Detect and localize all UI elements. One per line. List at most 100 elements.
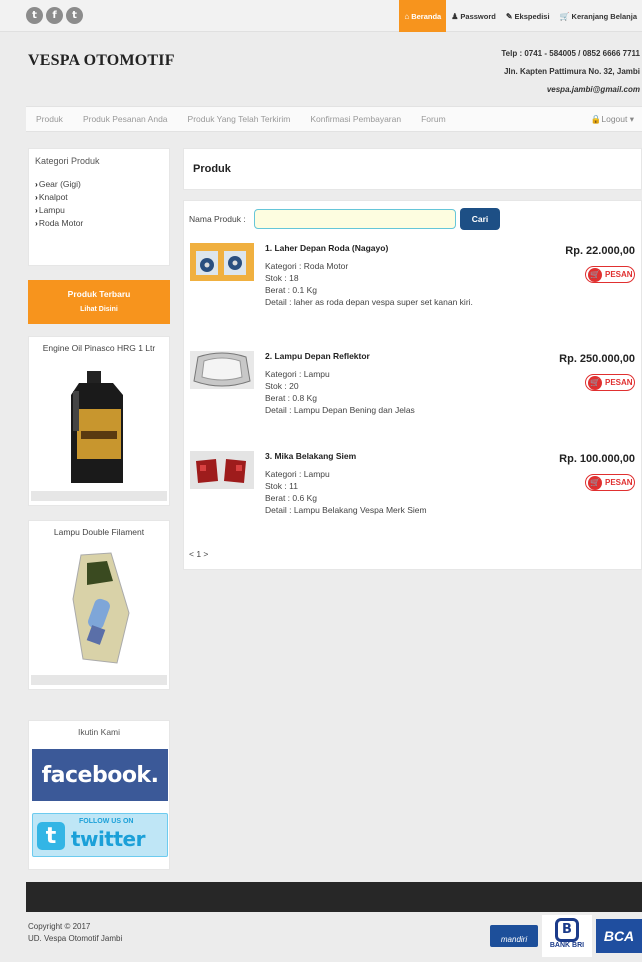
cart-icon: 🛒 xyxy=(588,475,602,490)
cart-icon: 🛒 xyxy=(588,375,602,390)
social-icons: t f t xyxy=(26,7,83,24)
bca-logo: BCA xyxy=(596,919,642,953)
nav-produk-terkirim[interactable]: Produk Yang Telah Terkirim xyxy=(178,114,301,124)
product-weight: Berat : 0.6 Kg xyxy=(265,493,317,503)
tumblr-icon[interactable]: t xyxy=(66,7,83,24)
top-nav-beranda[interactable]: ⌂ Beranda xyxy=(399,0,447,32)
search-button[interactable]: Cari xyxy=(460,208,500,230)
chevron-right-icon: › xyxy=(35,192,38,202)
follow-title: Ikutin Kami xyxy=(77,727,121,737)
follow-us-box: Ikutin Kami facebook. t FOLLOW US ON twi… xyxy=(28,720,170,870)
edit-icon: ✎ xyxy=(505,11,513,21)
bca-label: BCA xyxy=(603,928,635,944)
category-label: Roda Motor xyxy=(38,218,84,228)
product-detail: Detail : laher as roda depan vespa super… xyxy=(265,297,473,307)
product-stock: Stok : 20 xyxy=(265,381,299,391)
product-name[interactable]: 1. Laher Depan Roda (Nagayo) xyxy=(265,243,495,253)
contact-address: Jln. Kapten Pattimura No. 32, Jambi xyxy=(503,67,640,76)
caret-down-icon: ▾ xyxy=(627,114,634,124)
featured-product-name: Lampu Double Filament xyxy=(53,527,145,537)
nav-produk[interactable]: Produk xyxy=(26,114,73,124)
bri-logo: B BANK BRI xyxy=(542,915,592,957)
page-title: Produk xyxy=(193,163,231,175)
category-item[interactable]: ›Roda Motor xyxy=(35,217,163,230)
contact-info: Telp : 0741 - 584005 / 0852 6666 7711 Jl… xyxy=(501,45,640,99)
bank-logos: mandiri B BANK BRI BCA xyxy=(490,915,642,957)
category-label: Gear (Gigi) xyxy=(38,179,81,189)
product-price: Rp. 100.000,00 xyxy=(559,453,635,465)
top-nav-label: Password xyxy=(460,11,496,21)
category-list: ›Gear (Gigi) ›Knalpot ›Lampu ›Roda Motor xyxy=(35,178,163,230)
order-button[interactable]: 🛒 PESAN xyxy=(585,474,635,491)
twitter-label: twitter xyxy=(71,827,145,851)
top-nav-keranjang[interactable]: 🛒 Keranjang Belanja xyxy=(555,0,642,32)
copyright-year: Copyright © 2017 xyxy=(28,922,91,931)
chevron-right-icon: › xyxy=(35,218,38,228)
product-detail: Detail : Lampu Belakang Vespa Merk Siem xyxy=(265,505,427,515)
product-thumbnail[interactable] xyxy=(190,451,254,489)
twitter-follow-label: FOLLOW US ON xyxy=(79,818,134,825)
order-button[interactable]: 🛒 PESAN xyxy=(585,266,635,283)
copyright-company: UD. Vespa Otomotif Jambi xyxy=(28,934,123,943)
twitter-icon[interactable]: t xyxy=(26,7,43,24)
contact-email: vespa.jambi@gmail.com xyxy=(546,85,640,94)
order-button[interactable]: 🛒 PESAN xyxy=(585,374,635,391)
product-category: Kategori : Lampu xyxy=(265,469,330,479)
copyright: Copyright © 2017 UD. Vespa Otomotif Jamb… xyxy=(28,921,122,945)
contact-phone: Telp : 0741 - 584005 / 0852 6666 7711 xyxy=(501,49,640,58)
product-name[interactable]: 2. Lampu Depan Reflektor xyxy=(265,351,495,361)
product-thumbnail[interactable] xyxy=(190,351,254,389)
top-nav-password[interactable]: ♟ Password xyxy=(446,0,501,32)
product-price: Rp. 250.000,00 xyxy=(559,353,635,365)
footer-bar xyxy=(26,882,642,912)
product-detail: Detail : Lampu Depan Bening dan Jelas xyxy=(265,405,415,415)
product-price: Rp. 22.000,00 xyxy=(565,245,635,257)
order-label: PESAN xyxy=(605,478,633,487)
home-icon: ⌂ xyxy=(404,11,410,21)
category-item[interactable]: ›Knalpot xyxy=(35,191,163,204)
newest-products-banner: Produk Terbaru Lihat Disini xyxy=(28,280,170,324)
facebook-label: facebook. xyxy=(41,762,159,788)
twitter-icon: t xyxy=(37,822,65,850)
category-item[interactable]: ›Lampu xyxy=(35,204,163,217)
nav-konfirmasi-pembayaran[interactable]: Konfirmasi Pembayaran xyxy=(300,114,411,124)
category-item[interactable]: ›Gear (Gigi) xyxy=(35,178,163,191)
category-label: Lampu xyxy=(38,205,65,215)
nav-produk-pesanan[interactable]: Produk Pesanan Anda xyxy=(73,114,178,124)
mandiri-label: mandiri xyxy=(500,935,528,944)
chevron-right-icon: › xyxy=(35,179,38,189)
featured-product[interactable]: Lampu Double Filament xyxy=(28,520,170,690)
order-label: PESAN xyxy=(605,270,633,279)
top-nav-ekspedisi[interactable]: ✎ Ekspedisi xyxy=(501,0,555,32)
featured-product-footer xyxy=(31,675,167,685)
product-item: 3. Mika Belakang Siem Kategori : Lampu S… xyxy=(189,451,639,543)
featured-product[interactable]: Engine Oil Pinasco HRG 1 Ltr xyxy=(28,336,170,506)
chevron-right-icon: › xyxy=(35,205,38,215)
product-panel: Nama Produk : Cari 1. Laher Depan Roda (… xyxy=(183,200,642,570)
search-input[interactable] xyxy=(254,209,456,229)
top-nav-label: Keranjang Belanja xyxy=(571,11,637,21)
product-item: 2. Lampu Depan Reflektor Kategori : Lamp… xyxy=(189,351,639,443)
product-info: 1. Laher Depan Roda (Nagayo) Kategori : … xyxy=(265,243,495,308)
oil-bottle-image xyxy=(71,371,123,483)
product-thumbnail[interactable] xyxy=(190,243,254,281)
logout-button[interactable]: 🔒Logout ▾ xyxy=(591,114,634,125)
product-info: 3. Mika Belakang Siem Kategori : Lampu S… xyxy=(265,451,495,516)
product-name[interactable]: 3. Mika Belakang Siem xyxy=(265,451,495,461)
newest-link[interactable]: Lihat Disini xyxy=(28,306,170,313)
bri-label: BANK BRI xyxy=(549,942,585,949)
top-nav: ⌂ Beranda ♟ Password ✎ Ekspedisi 🛒 Keranjang… xyxy=(399,0,642,32)
product-weight: Berat : 0.1 Kg xyxy=(265,285,317,295)
top-nav-label: Ekspedisi xyxy=(514,11,550,21)
featured-product-name: Engine Oil Pinasco HRG 1 Ltr xyxy=(42,343,156,353)
site-brand[interactable]: VESPA OTOMOTIF xyxy=(28,52,175,70)
nav-forum[interactable]: Forum xyxy=(411,114,456,124)
pagination[interactable]: < 1 > xyxy=(189,549,208,559)
twitter-button[interactable]: t FOLLOW US ON twitter xyxy=(32,813,168,857)
product-item: 1. Laher Depan Roda (Nagayo) Kategori : … xyxy=(189,243,639,335)
facebook-icon[interactable]: f xyxy=(46,7,63,24)
product-stock: Stok : 18 xyxy=(265,273,299,283)
product-category: Kategori : Lampu xyxy=(265,369,330,379)
logout-label: Logout xyxy=(601,114,628,124)
facebook-button[interactable]: facebook. xyxy=(32,749,168,801)
